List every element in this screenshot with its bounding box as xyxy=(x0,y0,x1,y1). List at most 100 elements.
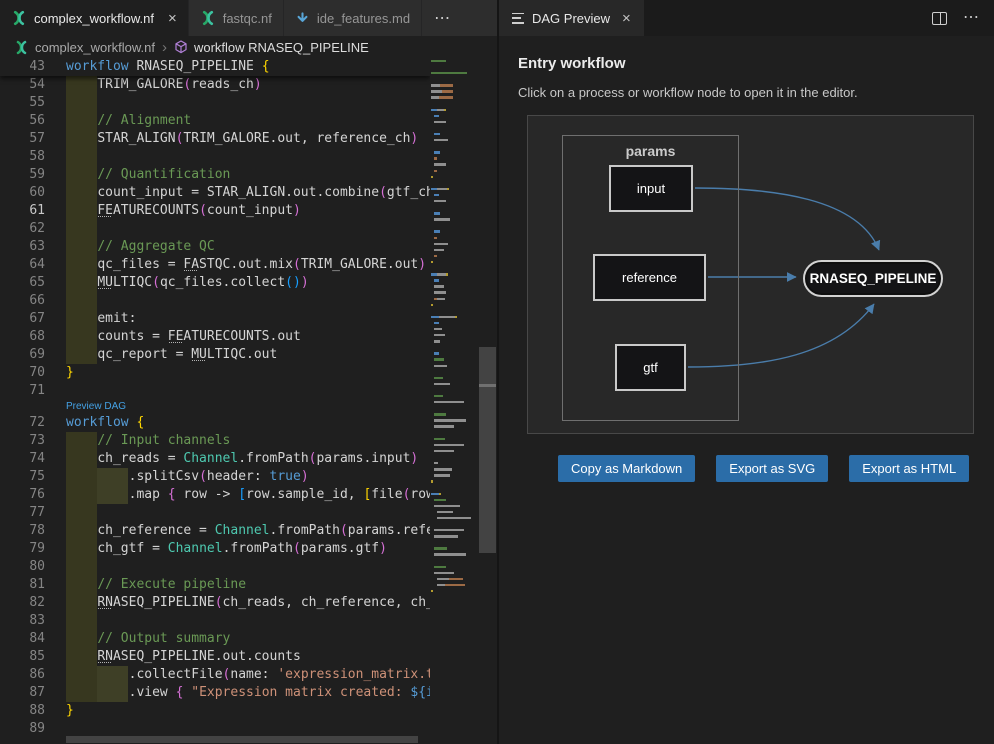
code-line[interactable]: 60 count_input = STAR_ALIGN.out.combine(… xyxy=(0,184,430,202)
code-line[interactable]: 75 .splitCsv(header: true) xyxy=(0,468,430,486)
line-number: 80 xyxy=(0,558,62,576)
code-line[interactable]: 87 .view { "Expression matrix created: $… xyxy=(0,684,430,702)
split-editor-icon[interactable] xyxy=(932,12,947,25)
token: count_input = STAR_ALIGN.out.combine xyxy=(97,185,379,200)
panel-tab-label: DAG Preview xyxy=(532,11,610,26)
token xyxy=(66,541,97,556)
breadcrumb-symbol[interactable]: workflow RNASEQ_PIPELINE xyxy=(194,40,369,55)
tab-fastqc[interactable]: fastqc.nf xyxy=(189,0,284,36)
code-line[interactable]: 55 xyxy=(0,94,430,112)
code-line[interactable]: 72workflow { xyxy=(0,414,430,432)
code-line[interactable]: 82 RNASEQ_PIPELINE(ch_reads, ch_referenc… xyxy=(0,594,430,612)
token: FEATURECOUNTS xyxy=(168,329,270,344)
node-rnaseq-pipeline[interactable]: RNASEQ_PIPELINE xyxy=(803,260,943,297)
token: ( xyxy=(215,595,223,610)
token xyxy=(66,131,97,146)
line-number: 61 xyxy=(0,202,62,220)
code-line[interactable]: 43workflow RNASEQ_PIPELINE { xyxy=(0,58,430,76)
node-input[interactable]: input xyxy=(609,165,693,212)
line-number: 54 xyxy=(0,76,62,94)
code-line[interactable]: 58 xyxy=(0,148,430,166)
sticky-scroll-line[interactable]: 43workflow RNASEQ_PIPELINE { xyxy=(0,58,430,76)
tab-dag-preview[interactable]: DAG Preview × xyxy=(499,0,644,36)
code-line[interactable]: 57 STAR_ALIGN(TRIM_GALORE.out, reference… xyxy=(0,130,430,148)
code-line[interactable]: 86 .collectFile(name: 'expression_matrix… xyxy=(0,666,430,684)
token: ${it} xyxy=(410,685,430,700)
code-line[interactable]: 66 xyxy=(0,292,430,310)
code-line[interactable]: 69 qc_report = MULTIQC.out xyxy=(0,346,430,364)
token: ) xyxy=(301,469,309,484)
tab-overflow-icon[interactable]: ⋯ xyxy=(422,0,464,36)
code-line[interactable]: 70} xyxy=(0,364,430,382)
tab-complex-workflow[interactable]: complex_workflow.nf × xyxy=(0,0,189,36)
node-reference[interactable]: reference xyxy=(593,254,706,301)
close-icon[interactable]: × xyxy=(622,10,631,27)
workbench: complex_workflow.nf × fastqc.nf ide_feat… xyxy=(0,0,994,744)
token: row.sample_id, xyxy=(246,487,363,502)
token: // Alignment xyxy=(97,113,191,128)
code-line[interactable]: 81 // Execute pipeline xyxy=(0,576,430,594)
export-as-svg-button[interactable]: Export as SVG xyxy=(716,455,828,482)
line-number: 79 xyxy=(0,540,62,558)
token: { xyxy=(262,59,270,74)
code-line[interactable]: 79 ch_gtf = Channel.fromPath(params.gtf) xyxy=(0,540,430,558)
indent-highlight xyxy=(66,504,97,522)
code-line[interactable]: 83 xyxy=(0,612,430,630)
code-line[interactable]: 77 xyxy=(0,504,430,522)
more-actions-icon[interactable]: ⋯ xyxy=(963,10,980,26)
line-number: 85 xyxy=(0,648,62,666)
token: Channel xyxy=(168,541,223,556)
token: { xyxy=(136,415,144,430)
code-line[interactable]: 62 xyxy=(0,220,430,238)
code-line[interactable]: 85 RNASEQ_PIPELINE.out.counts xyxy=(0,648,430,666)
code-line[interactable]: 59 // Quantification xyxy=(0,166,430,184)
token: ch_reference = xyxy=(97,523,214,538)
code-line[interactable]: 64 qc_files = FASTQC.out.mix(TRIM_GALORE… xyxy=(0,256,430,274)
code-line[interactable]: 71 xyxy=(0,382,430,400)
nextflow-icon xyxy=(11,10,27,26)
code-line[interactable]: 78 ch_reference = Channel.fromPath(param… xyxy=(0,522,430,540)
breadcrumb: complex_workflow.nf › workflow RNASEQ_PI… xyxy=(0,36,497,58)
token: params.gtf xyxy=(301,541,379,556)
export-as-html-button[interactable]: Export as HTML xyxy=(849,455,969,482)
code-line[interactable]: 61 FEATURECOUNTS(count_input) xyxy=(0,202,430,220)
code-line[interactable]: 54 TRIM_GALORE(reads_ch) xyxy=(0,76,430,94)
export-buttons: Copy as Markdown Export as SVG Export as… xyxy=(558,455,994,482)
tab-ide-features[interactable]: ide_features.md xyxy=(284,0,422,36)
minimap[interactable] xyxy=(431,58,479,730)
token: RNASEQ_PIPELINE xyxy=(97,595,214,610)
line-number: 59 xyxy=(0,166,62,184)
token: gtf_ch xyxy=(387,185,430,200)
breadcrumb-file[interactable]: complex_workflow.nf xyxy=(35,40,155,55)
token: ) xyxy=(301,275,309,290)
close-icon[interactable]: × xyxy=(168,11,177,26)
line-number: 83 xyxy=(0,612,62,630)
code-line[interactable]: 63 // Aggregate QC xyxy=(0,238,430,256)
token xyxy=(66,167,97,182)
code-line[interactable]: 88} xyxy=(0,702,430,720)
code-line[interactable]: 67 emit: xyxy=(0,310,430,328)
token: ( xyxy=(199,469,207,484)
token xyxy=(66,595,97,610)
code-line[interactable]: 80 xyxy=(0,558,430,576)
code-area[interactable]: 43workflow RNASEQ_PIPELINE { 54 TRIM_GAL… xyxy=(0,58,430,744)
horizontal-scrollbar[interactable] xyxy=(66,736,418,743)
copy-as-markdown-button[interactable]: Copy as Markdown xyxy=(558,455,695,482)
vertical-scrollbar[interactable] xyxy=(479,347,496,553)
code-line[interactable]: 73 // Input channels xyxy=(0,432,430,450)
code-line[interactable]: 76 .map { row -> [row.sample_id, [file(r… xyxy=(0,486,430,504)
code-line[interactable]: 68 counts = FEATURECOUNTS.out xyxy=(0,328,430,346)
codelens-preview-dag[interactable]: Preview DAG xyxy=(0,400,430,414)
token: "Expression matrix created: xyxy=(191,685,410,700)
line-number: 65 xyxy=(0,274,62,292)
code-line[interactable]: 56 // Alignment xyxy=(0,112,430,130)
params-group-label: params xyxy=(563,143,738,159)
code-line[interactable]: 84 // Output summary xyxy=(0,630,430,648)
token: ) xyxy=(379,541,387,556)
node-gtf[interactable]: gtf xyxy=(615,344,686,391)
panel-actions: ⋯ xyxy=(932,10,994,26)
token: ( xyxy=(379,185,387,200)
code-line[interactable]: 74 ch_reads = Channel.fromPath(params.in… xyxy=(0,450,430,468)
token: // Quantification xyxy=(97,167,230,182)
code-line[interactable]: 65 MULTIQC(qc_files.collect()) xyxy=(0,274,430,292)
